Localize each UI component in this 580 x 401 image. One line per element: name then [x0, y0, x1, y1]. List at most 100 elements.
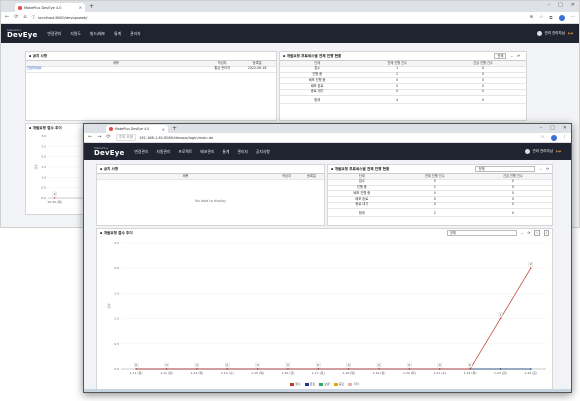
data-point	[226, 368, 228, 370]
y-tick-label: 1.0	[41, 175, 46, 179]
close-window-icon[interactable]: ✕	[563, 125, 567, 131]
chevron-down-icon[interactable]: ⌄	[539, 167, 542, 171]
x-tick-label: 1-12 (월)	[160, 370, 173, 375]
menu-item-0[interactable]: 변경관리	[134, 149, 148, 155]
chart-legend: 접수 완료 보류 중단 기타	[97, 382, 552, 386]
forward-icon[interactable]: →	[97, 135, 101, 140]
logout-icon[interactable]: ↦	[568, 30, 573, 37]
chevron-down-icon[interactable]: ⌄	[521, 231, 524, 235]
data-label: 0	[469, 363, 471, 367]
y-axis-label: 건수	[33, 164, 38, 170]
y-tick-label: 1.5	[41, 165, 46, 169]
data-point	[499, 317, 502, 320]
app-header: MakePlus DevEye 변경관리 자원도 빌드/배포 통계 관리자 관리 관리자님…	[1, 24, 579, 43]
profile-avatar[interactable]	[558, 14, 565, 21]
data-label: 0	[408, 363, 410, 367]
status-filter-select[interactable]: 전체	[494, 53, 507, 59]
more-icon[interactable]: ⋯	[571, 15, 576, 21]
notice-panel: 공지 사항 제목작성자등록일 No data to display	[96, 164, 325, 226]
no-data-message: No data to display	[195, 199, 226, 203]
address-bar-row: ← → ⟳ 주의 요함 192.168.1.61:8000/devops/logi…	[84, 133, 571, 143]
data-label: 0	[378, 363, 380, 367]
data-label: 0	[135, 363, 137, 367]
legend-swatch	[290, 382, 295, 386]
data-point	[499, 368, 502, 370]
maximize-icon[interactable]: □	[558, 2, 563, 8]
close-tab-icon[interactable]: ×	[79, 5, 82, 10]
y-axis-label: 건수	[106, 303, 111, 309]
legend-item[interactable]: 접수	[290, 382, 301, 386]
browser-tab[interactable]: MakePlus DevEye 4.0 ×	[106, 125, 168, 133]
refresh-icon[interactable]: ⟳	[106, 135, 110, 140]
favorites-icon[interactable]: ☆	[539, 15, 543, 21]
status-filter-select[interactable]: 전체	[475, 166, 536, 172]
notice-table: 제목 작성자 등록일	[97, 173, 324, 180]
table-cell: 합계	[280, 95, 355, 105]
url-field[interactable]: ⓘ localhost:8000/devopsweb/	[32, 15, 88, 20]
browser-tab[interactable]: MakePlus DevEye 4.0 ×	[15, 3, 85, 12]
y-tick-label: 1.0	[114, 317, 119, 321]
home-icon[interactable]: ⌂	[23, 15, 26, 20]
legend-item[interactable]: 기타	[348, 382, 359, 386]
refresh-icon[interactable]: ⟳	[517, 54, 520, 58]
legend-swatch	[348, 382, 353, 386]
logout-icon[interactable]: ↦	[556, 148, 561, 155]
legend-item[interactable]: 완료	[304, 382, 315, 386]
app-logo[interactable]: MakePlus DevEye	[94, 146, 124, 157]
total-row: 합계 4 0	[280, 95, 526, 105]
more-icon[interactable]: ⋮	[563, 135, 568, 141]
favorites-icon[interactable]: ☆	[540, 135, 544, 141]
refresh-icon[interactable]: ⟳	[546, 167, 549, 171]
x-tick-label: 1-21 (수)	[433, 370, 446, 375]
table-cell: 2	[395, 208, 474, 218]
data-point	[53, 197, 56, 199]
trend-filter-select[interactable]: 전체	[446, 230, 517, 236]
data-label: 2	[530, 262, 532, 266]
close-tab-icon[interactable]: ×	[162, 127, 165, 132]
app-favicon-icon	[18, 5, 22, 10]
data-label: 0	[348, 363, 350, 367]
close-window-icon[interactable]: ✕	[571, 2, 575, 8]
legend-item[interactable]: 보류	[319, 382, 330, 386]
collections-icon[interactable]: ⧉	[549, 15, 552, 21]
data-label: 0	[196, 363, 198, 367]
app-logo[interactable]: MakePlus DevEye	[7, 28, 37, 39]
menu-item-3[interactable]: 통계	[114, 31, 121, 37]
minimize-icon[interactable]: –	[548, 2, 551, 8]
maximize-icon[interactable]: □	[550, 125, 555, 131]
back-icon[interactable]: ←	[5, 15, 9, 20]
back-icon[interactable]: ←	[88, 135, 92, 140]
menu-item-4[interactable]: 관리자	[130, 31, 140, 37]
data-label: 0	[439, 363, 441, 367]
refresh-icon[interactable]: ⟳	[528, 231, 531, 235]
menu-item-2[interactable]: 빌드/배포	[90, 31, 105, 37]
chevron-down-icon[interactable]: ⌄	[510, 54, 513, 58]
data-point	[530, 368, 532, 370]
main-menu: 변경관리 자원도 빌드/배포 통계 관리자	[47, 31, 140, 37]
menu-item-0[interactable]: 변경관리	[47, 31, 61, 37]
prev-button[interactable]: ‹	[534, 230, 540, 236]
menu-item-1[interactable]: 자원도	[70, 31, 80, 37]
zoom-icon[interactable]: ⊕	[529, 15, 533, 21]
new-tab-button[interactable]: +	[89, 3, 94, 10]
user-avatar-icon	[536, 31, 542, 36]
data-point	[135, 368, 137, 370]
menu-item-2[interactable]: 프로젝트	[178, 149, 192, 155]
menu-item-4[interactable]: 통계	[222, 149, 229, 155]
profile-avatar[interactable]	[550, 134, 557, 141]
main-menu: 변경관리 자원관리 프로젝트 배포관리 통계 관리자 공지사항	[134, 149, 269, 155]
refresh-icon[interactable]: ⟳	[14, 15, 18, 20]
menu-item-3[interactable]: 배포관리	[200, 149, 214, 155]
menu-item-5[interactable]: 관리자	[237, 149, 247, 155]
minimize-icon[interactable]: –	[540, 125, 543, 131]
table-row[interactable]: 안녕하세요 통상 관리자 2022-06-18	[26, 66, 276, 73]
y-tick-label: 0.0	[41, 196, 46, 200]
url-field[interactable]: 주의 요함 192.168.1.61:8000/devops/login/main…	[115, 134, 213, 141]
menu-item-6[interactable]: 공지사항	[256, 149, 270, 155]
table-cell: 0	[440, 95, 526, 105]
menu-item-1[interactable]: 자원관리	[156, 149, 170, 155]
next-button[interactable]: ›	[543, 230, 549, 236]
data-label: 0	[317, 363, 319, 367]
legend-item[interactable]: 중단	[333, 382, 344, 386]
new-tab-button[interactable]: +	[172, 125, 177, 132]
